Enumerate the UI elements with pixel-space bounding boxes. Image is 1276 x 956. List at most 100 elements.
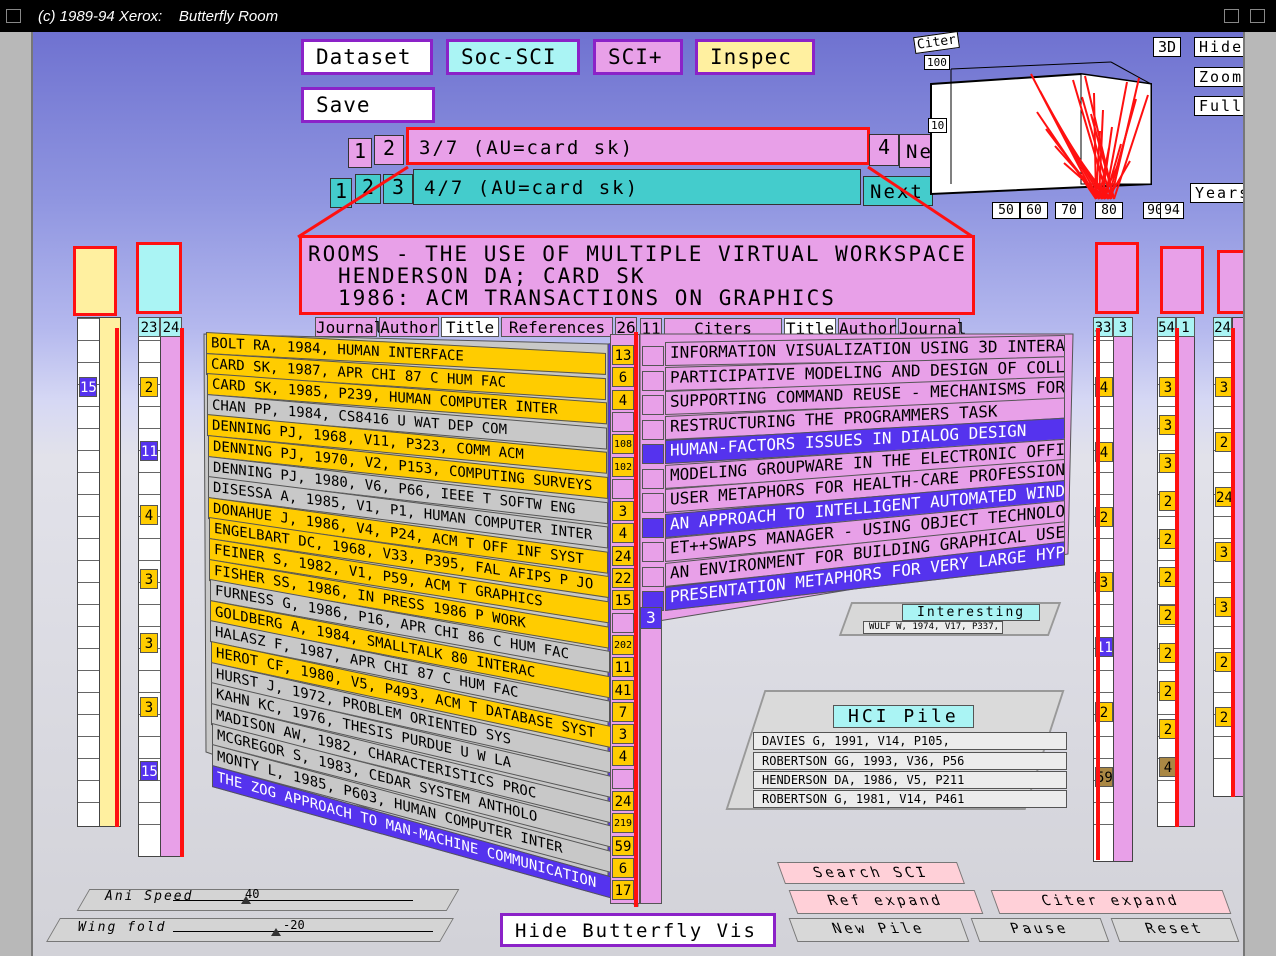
reset-button[interactable]: Reset [1110, 918, 1240, 942]
query-front-tab-2[interactable]: 2 [374, 135, 404, 165]
focus-authors: HENDERSON DA; CARD SK [338, 264, 646, 288]
wing-fold-thumb-icon[interactable] [271, 928, 281, 936]
spine-count-cell: 11 [612, 657, 634, 678]
spine-count-cell: 4 [612, 523, 634, 544]
left_inner-cell [139, 780, 160, 799]
right_c-cell [1214, 516, 1232, 535]
left_outer-number: 15 [79, 377, 97, 397]
full-button[interactable]: Full [1194, 96, 1243, 116]
left_outer-cell [78, 450, 99, 469]
left_outer-cell [78, 582, 99, 601]
left_inner-cell [139, 538, 160, 557]
right_b-cell [1158, 802, 1176, 821]
left_inner-top-count: 23 [138, 317, 160, 337]
hci-pile-item[interactable]: ROBERTSON GG, 1993, V36, P56 [753, 752, 1067, 770]
spine-count-cell: 41 [612, 679, 634, 700]
right-citer-marker [642, 419, 664, 440]
left_outer-cell [78, 692, 99, 711]
right_b-cap[interactable] [1160, 246, 1204, 314]
hide-butterfly-vis-button[interactable]: Hide Butterfly Vis [500, 913, 776, 947]
3d-button[interactable]: 3D [1153, 37, 1182, 57]
left_outer-cell [78, 670, 99, 689]
interesting-pile-title: Interesting [902, 604, 1041, 621]
hci-pile-title: HCI Pile [833, 705, 974, 728]
left_outer-cell [78, 780, 99, 799]
hide-overview-button[interactable]: Hide [1194, 37, 1243, 57]
ani-speed-thumb-icon[interactable] [241, 896, 251, 904]
left_inner-number: 15 [140, 761, 158, 781]
spine-count-cell [612, 411, 634, 432]
right_b-cell [1158, 340, 1176, 359]
spine-count-cell: 22 [612, 568, 634, 588]
left_inner-bar [160, 317, 182, 857]
left_inner-cell [139, 472, 160, 491]
window-frame-left [0, 32, 33, 956]
left_outer-cell [78, 626, 99, 645]
year-tick-94: 94 [1160, 202, 1184, 219]
left_inner-number: 11 [140, 441, 158, 461]
right_a-top-count: 3 [1113, 317, 1133, 337]
left_outer-cell [78, 428, 99, 447]
spine-count-cell: 219 [612, 813, 634, 834]
focus-article-card[interactable]: ROOMS - THE USE OF MULTIPLE VIRTUAL WORK… [299, 235, 975, 315]
spine-count-cell [612, 768, 634, 789]
maximize-icon[interactable] [1250, 9, 1265, 23]
right-citer-marker [642, 517, 664, 538]
right_c-cell [1214, 340, 1232, 359]
hci-pile-item[interactable]: DAVIES G, 1991, V14, P105, [753, 732, 1067, 750]
right_a-bar [1113, 317, 1133, 862]
pause-button[interactable]: Pause [970, 918, 1110, 942]
hci-pile-item[interactable]: HENDERSON DA, 1986, V5, P211 [753, 771, 1067, 789]
search-sci-button[interactable]: Search SCI [776, 862, 966, 884]
dataset-button[interactable]: Dataset [301, 39, 433, 75]
spine-count-cell: 202 [612, 634, 634, 655]
citer-count-label: 100 [924, 55, 950, 70]
ref-expand-button[interactable]: Ref expand [788, 890, 984, 914]
butterfly-3d-scene: Dataset Soc-SCI SCI+ Inspec Save 1 2 3 4… [33, 32, 1243, 956]
year-tick-80: 80 [1095, 202, 1123, 219]
window-title-bar[interactable]: (c) 1989-94 Xerox: Butterfly Room [0, 0, 1276, 32]
right_b-cell [1158, 780, 1176, 799]
right-citer-marker [642, 468, 664, 489]
interesting-pile-item[interactable]: WULF W, 1974, V17, P337, [863, 621, 1003, 634]
right_b-cell [1158, 472, 1176, 491]
spine-count-cell: 6 [612, 367, 634, 388]
citer-expand-button[interactable]: Citer expand [990, 890, 1232, 914]
right_b-red-link [1175, 328, 1179, 827]
left_inner-cap[interactable] [136, 242, 182, 314]
right_a-cap[interactable] [1095, 242, 1139, 314]
spine-count-cell: 15 [612, 590, 634, 611]
wing-fold-label: Wing fold [78, 920, 167, 935]
new-pile-button[interactable]: New Pile [788, 918, 970, 942]
left_outer-cell [78, 406, 99, 425]
left_outer-cell [78, 318, 99, 337]
spine-count-cell [612, 478, 634, 499]
right_c-cell [1214, 406, 1232, 425]
right_c-cell [1214, 758, 1232, 777]
left_outer-cap[interactable] [73, 246, 117, 316]
year-tick-60: 60 [1020, 202, 1048, 219]
right_c-cap[interactable] [1217, 250, 1243, 314]
left_outer-red-link [115, 328, 119, 827]
save-button[interactable]: Save [301, 87, 435, 123]
query-front-bar[interactable]: 3/7 (AU=card sk) [406, 127, 870, 165]
minimize-icon[interactable] [1224, 9, 1239, 23]
right_a-red-link [1096, 328, 1100, 860]
inspec-button[interactable]: Inspec [695, 39, 815, 75]
zoom-button[interactable]: Zoom [1194, 67, 1243, 87]
window-menu-icon[interactable] [6, 9, 21, 23]
spine-count-cell [612, 612, 634, 633]
left_outer-cell [78, 516, 99, 535]
left_inner-cell [139, 340, 160, 359]
left_outer-cell [78, 538, 99, 557]
ani-speed-label: Ani Speed [105, 889, 194, 904]
hci-pile-item[interactable]: ROBERTSON G, 1981, V14, P461 [753, 790, 1067, 808]
left_inner-cell [139, 406, 160, 425]
soc-sci-button[interactable]: Soc-SCI [446, 39, 580, 75]
left_inner-number: 3 [140, 697, 158, 717]
left_outer-cell [78, 340, 99, 359]
left_inner-cell [139, 670, 160, 689]
right_c-top-count: 24 [1213, 317, 1232, 337]
sci-plus-button[interactable]: SCI+ [593, 39, 683, 75]
spine-count-cell: 13 [612, 345, 634, 365]
